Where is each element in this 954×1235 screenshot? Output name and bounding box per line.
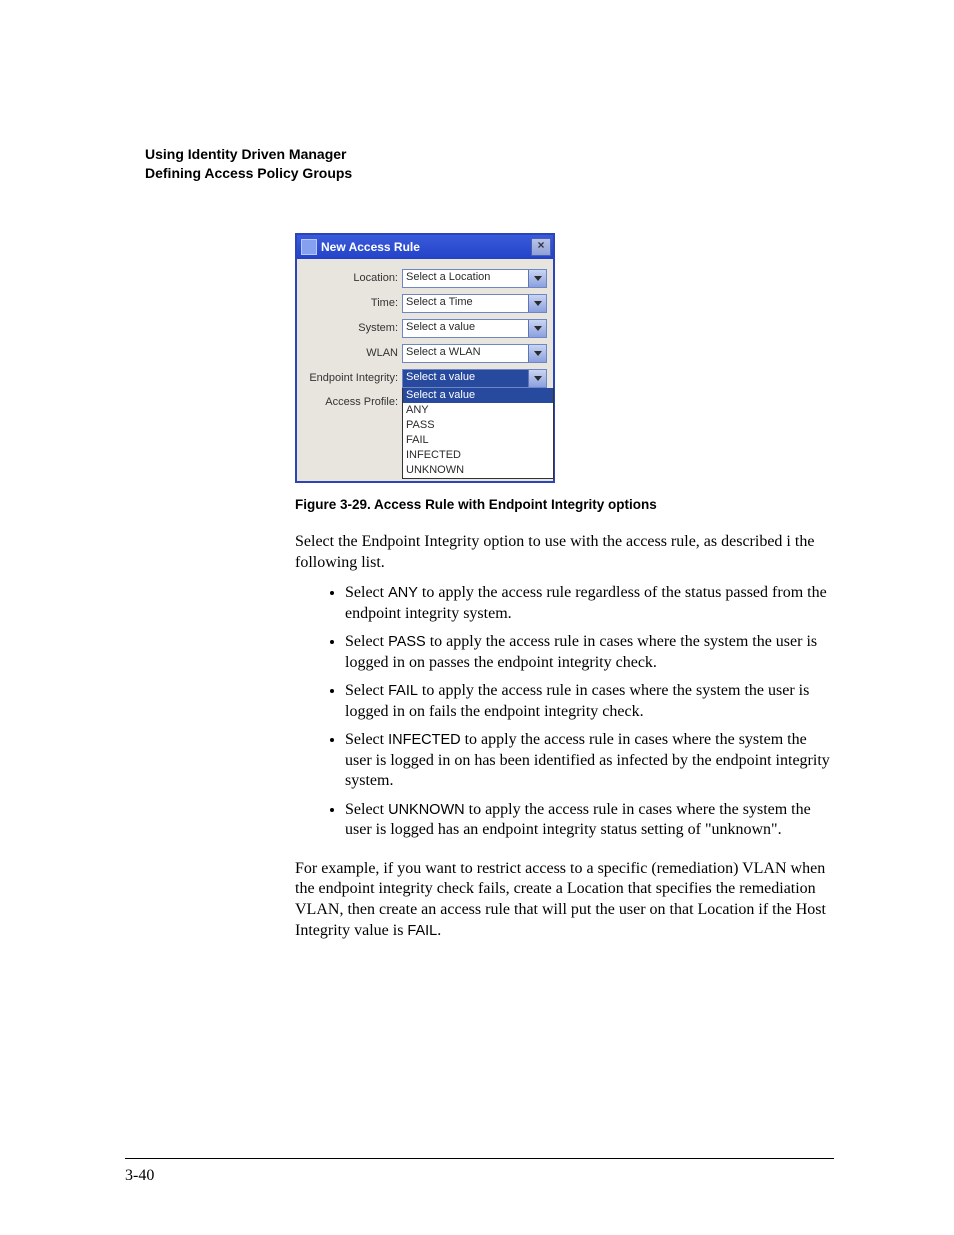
option-keyword: UNKNOWN xyxy=(388,802,465,818)
list-item: Select INFECTED to apply the access rule… xyxy=(345,730,834,791)
header-line-1: Using Identity Driven Manager xyxy=(145,145,834,164)
dialog-title: New Access Rule xyxy=(321,240,531,254)
window-icon xyxy=(301,239,317,255)
list-item: Select ANY to apply the access rule rega… xyxy=(345,583,834,624)
endpoint-integrity-combo[interactable]: Select a value xyxy=(402,369,547,388)
running-header: Using Identity Driven Manager Defining A… xyxy=(145,145,834,183)
field-row-time: Time: Select a Time xyxy=(303,294,547,313)
header-line-2: Defining Access Policy Groups xyxy=(145,164,834,183)
chevron-down-icon xyxy=(528,320,546,337)
wlan-combo-value: Select a WLAN xyxy=(403,345,528,362)
field-row-wlan: WLAN Select a WLAN xyxy=(303,344,547,363)
chevron-down-icon xyxy=(528,345,546,362)
endpoint-integrity-dropdown[interactable]: Select a value ANY PASS FAIL INFECTED UN… xyxy=(402,388,554,479)
dropdown-option[interactable]: UNKNOWN xyxy=(403,463,553,478)
system-combo-value: Select a value xyxy=(403,320,528,337)
endpoint-integrity-combo-value: Select a value xyxy=(403,370,528,387)
system-combo[interactable]: Select a value xyxy=(402,319,547,338)
chevron-down-icon xyxy=(528,370,546,387)
option-keyword: INFECTED xyxy=(388,732,461,748)
footer-rule xyxy=(125,1158,834,1159)
time-combo[interactable]: Select a Time xyxy=(402,294,547,313)
field-row-location: Location: Select a Location xyxy=(303,269,547,288)
example-paragraph: For example, if you want to restrict acc… xyxy=(295,859,834,942)
option-keyword: FAIL xyxy=(388,683,418,699)
new-access-rule-dialog: New Access Rule × Location: Select a Loc… xyxy=(295,233,555,483)
list-item: Select FAIL to apply the access rule in … xyxy=(345,681,834,722)
list-item: Select UNKNOWN to apply the access rule … xyxy=(345,800,834,841)
access-profile-label: Access Profile: xyxy=(303,394,402,408)
intro-paragraph: Select the Endpoint Integrity option to … xyxy=(295,532,834,574)
location-label: Location: xyxy=(303,272,402,284)
page-number: 3-40 xyxy=(125,1167,154,1185)
endpoint-integrity-label: Endpoint Integrity: xyxy=(303,372,402,384)
dropdown-option[interactable]: Select a value xyxy=(403,388,553,403)
dropdown-option[interactable]: FAIL xyxy=(403,433,553,448)
close-button[interactable]: × xyxy=(531,238,551,256)
dialog-titlebar: New Access Rule × xyxy=(297,235,553,259)
field-row-endpoint-integrity: Endpoint Integrity: Select a value xyxy=(303,369,547,388)
figure-caption: Figure 3-29. Access Rule with Endpoint I… xyxy=(295,497,834,512)
options-list: Select ANY to apply the access rule rega… xyxy=(320,583,834,840)
option-keyword: ANY xyxy=(388,585,418,601)
dropdown-option[interactable]: ANY xyxy=(403,403,553,418)
field-row-system: System: Select a value xyxy=(303,319,547,338)
option-keyword: PASS xyxy=(388,634,426,650)
location-combo[interactable]: Select a Location xyxy=(402,269,547,288)
chevron-down-icon xyxy=(528,270,546,287)
list-item: Select PASS to apply the access rule in … xyxy=(345,632,834,673)
time-label: Time: xyxy=(303,297,402,309)
dropdown-option[interactable]: PASS xyxy=(403,418,553,433)
location-combo-value: Select a Location xyxy=(403,270,528,287)
wlan-label: WLAN xyxy=(303,347,402,359)
chevron-down-icon xyxy=(528,295,546,312)
dialog-body: Location: Select a Location Time: Select… xyxy=(297,259,553,481)
wlan-combo[interactable]: Select a WLAN xyxy=(402,344,547,363)
time-combo-value: Select a Time xyxy=(403,295,528,312)
dropdown-option[interactable]: INFECTED xyxy=(403,448,553,463)
example-keyword: FAIL xyxy=(407,923,437,939)
system-label: System: xyxy=(303,322,402,334)
